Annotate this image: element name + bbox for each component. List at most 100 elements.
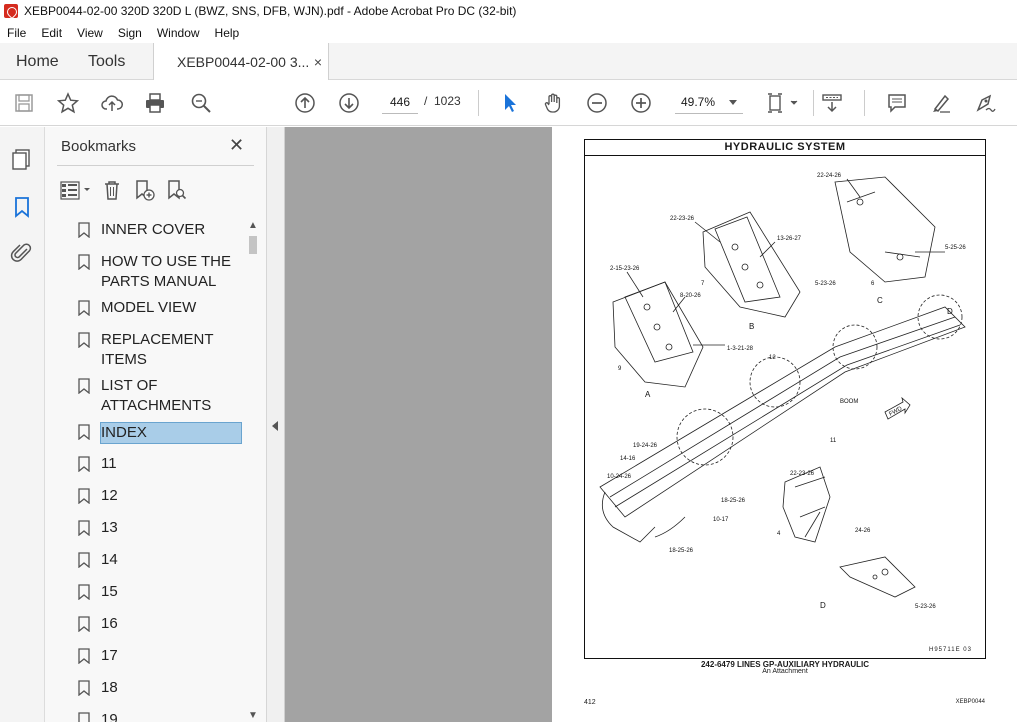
new-bookmark-icon[interactable] (131, 178, 157, 202)
page-total: 1023 (434, 94, 461, 108)
title-bar: XEBP0044-02-00 320D 320D L (BWZ, SNS, DF… (0, 0, 1017, 22)
part-label: 5-25-26 (945, 245, 966, 251)
page-thumbnails-icon[interactable] (10, 147, 34, 171)
part-label: 22-24-26 (817, 173, 842, 179)
bookmark-item-16[interactable]: 16 (75, 614, 245, 640)
bookmark-item-11[interactable]: 11 (75, 454, 245, 480)
upload-cloud-icon[interactable] (100, 91, 124, 115)
part-label: 1-3-21-28 (727, 346, 754, 352)
toolbar-divider (864, 90, 865, 116)
bookmark-item-model-view[interactable]: MODEL VIEW (75, 298, 245, 324)
part-label: 2-15-23-26 (610, 266, 640, 272)
page-fit-icon[interactable] (766, 91, 800, 115)
collapse-panel-icon[interactable] (272, 421, 278, 431)
zoom-level-select[interactable]: 49.7% (675, 90, 743, 114)
page-section-header: HYDRAULIC SYSTEM (584, 139, 986, 156)
detail-label: A (645, 390, 651, 399)
bookmark-item-inner-cover[interactable]: INNER COVER (75, 220, 245, 246)
part-label: 4 (777, 531, 781, 537)
menu-sign[interactable]: Sign (118, 26, 142, 40)
zoom-in-icon[interactable] (629, 91, 653, 115)
scroll-down-arrow-icon[interactable]: ▼ (248, 710, 258, 721)
bookmark-scrollbar[interactable]: ▲ ▼ (246, 220, 260, 722)
bookmark-label: 14 (101, 551, 118, 568)
scroll-up-arrow-icon[interactable]: ▲ (248, 220, 258, 231)
figure-subcaption: An Attachment (762, 668, 808, 675)
bookmark-item-12[interactable]: 12 (75, 486, 245, 512)
bookmark-item-replacement-items[interactable]: REPLACEMENT ITEMS (75, 330, 245, 370)
hydraulic-lines-illustration: 2-15-23-26 8-20-26 1-3-21-28 9 A 22-23-2… (599, 173, 966, 610)
bookmark-item-how-to-use[interactable]: HOW TO USE THE PARTS MANUAL (75, 252, 245, 292)
close-panel-icon[interactable]: ✕ (229, 135, 244, 156)
bookmark-icon (78, 680, 90, 696)
bookmark-item-18[interactable]: 18 (75, 678, 245, 704)
divider (57, 165, 254, 166)
part-label: 10-24-26 (607, 474, 632, 480)
window-title: XEBP0044-02-00 320D 320D L (BWZ, SNS, DF… (24, 4, 517, 18)
highlight-pen-icon[interactable] (929, 91, 953, 115)
chevron-down-icon (729, 100, 737, 105)
delete-bookmark-icon[interactable] (99, 178, 125, 202)
bookmark-item-index[interactable]: INDEX (75, 422, 245, 448)
bookmark-icon (78, 488, 90, 504)
page-number-input[interactable]: 446 (382, 90, 418, 114)
bookmark-item-list-of-attachments[interactable]: LIST OF ATTACHMENTS (75, 376, 245, 416)
part-label: 13-26-27 (777, 236, 802, 242)
tab-tools[interactable]: Tools (88, 43, 125, 80)
scrollbar-thumb[interactable] (249, 236, 257, 254)
bookmark-label: REPLACEMENT ITEMS (101, 331, 214, 368)
bookmark-icon (78, 712, 90, 722)
tab-document[interactable]: XEBP0044-02-00 3... × (153, 43, 329, 81)
bookmark-item-13[interactable]: 13 (75, 518, 245, 544)
bookmark-icon (78, 520, 90, 536)
hand-tool-icon[interactable] (541, 91, 565, 115)
sign-pen-icon[interactable] (973, 91, 997, 115)
bookmark-label: 16 (101, 615, 118, 632)
acrobat-app-icon (4, 4, 18, 18)
document-canvas[interactable]: HYDRAULIC SYSTEM 2-15-23-26 8-20-26 1-3-… (285, 127, 1017, 722)
detail-label: D (947, 307, 953, 316)
read-mode-icon[interactable] (820, 91, 844, 115)
menu-edit[interactable]: Edit (41, 26, 62, 40)
pdf-page: HYDRAULIC SYSTEM 2-15-23-26 8-20-26 1-3-… (552, 127, 1017, 722)
menu-view[interactable]: View (77, 26, 103, 40)
comment-icon[interactable] (885, 91, 909, 115)
bookmarks-panel-icon[interactable] (10, 195, 34, 219)
print-icon[interactable] (143, 91, 167, 115)
toolbar: 446 / 1023 49.7% (0, 80, 1017, 126)
part-label: 22-23-26 (790, 471, 815, 477)
find-bookmark-icon[interactable] (163, 178, 189, 202)
bookmark-icon (78, 222, 90, 238)
part-label: 14-16 (620, 456, 636, 462)
detail-label: D (820, 601, 826, 610)
star-icon[interactable] (56, 91, 80, 115)
bookmark-label: HOW TO USE THE PARTS MANUAL (101, 253, 232, 290)
toolbar-divider (478, 90, 479, 116)
next-page-icon[interactable] (337, 91, 361, 115)
bookmark-icon (78, 378, 90, 394)
attachments-paperclip-icon[interactable] (10, 241, 34, 265)
close-tab-icon[interactable]: × (314, 54, 322, 70)
menu-file[interactable]: File (7, 26, 26, 40)
zoom-out-icon[interactable] (585, 91, 609, 115)
menu-bar: File Edit View Sign Window Help (0, 22, 1017, 43)
bookmark-item-19[interactable]: 19 (75, 710, 245, 722)
zoom-search-icon[interactable] (189, 91, 213, 115)
detail-label: B (749, 322, 754, 331)
part-label: 22-23-26 (670, 216, 695, 222)
previous-page-icon[interactable] (293, 91, 317, 115)
tab-bar: Home Tools XEBP0044-02-00 3... × (0, 43, 1017, 81)
bookmark-item-17[interactable]: 17 (75, 646, 245, 672)
bookmark-item-14[interactable]: 14 (75, 550, 245, 576)
save-icon[interactable] (12, 91, 36, 115)
menu-window[interactable]: Window (157, 26, 200, 40)
bookmark-options-icon[interactable] (59, 178, 93, 202)
panel-splitter[interactable] (267, 127, 285, 722)
tab-home[interactable]: Home (16, 43, 59, 80)
select-cursor-icon[interactable] (498, 91, 522, 115)
part-label: 24-26 (855, 528, 871, 534)
page-separator: / (424, 94, 428, 108)
part-label: 11 (830, 438, 837, 444)
menu-help[interactable]: Help (215, 26, 240, 40)
bookmark-item-15[interactable]: 15 (75, 582, 245, 608)
